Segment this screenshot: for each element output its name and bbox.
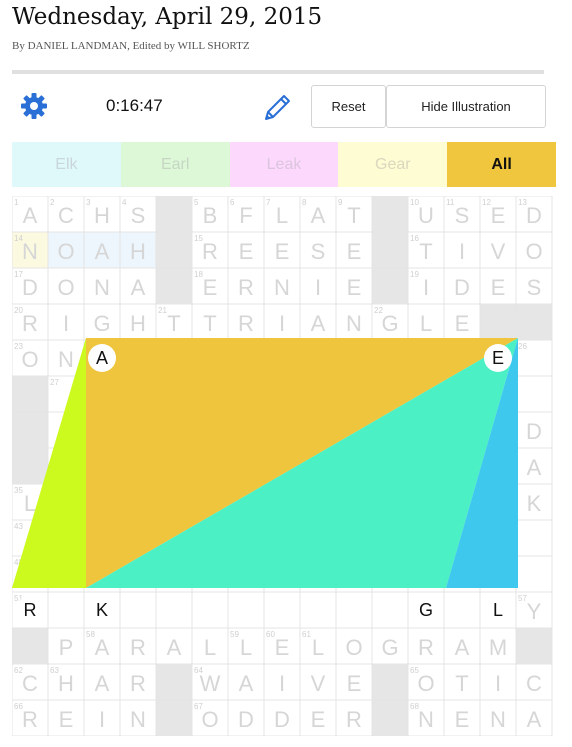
vertex-marker-l: L xyxy=(484,596,512,624)
tab-leak[interactable]: Leak xyxy=(229,142,339,187)
illustration-overlay xyxy=(12,338,518,588)
vertex-marker-r: R xyxy=(16,596,44,624)
lime-triangle xyxy=(12,338,86,588)
vertex-marker-g: G xyxy=(412,596,440,624)
header-divider xyxy=(12,70,544,74)
gear-icon[interactable] xyxy=(20,92,48,120)
tab-all[interactable]: All xyxy=(447,142,556,187)
vertex-marker-e: E xyxy=(484,344,512,372)
pencil-icon[interactable] xyxy=(262,91,294,123)
hide-illustration-button[interactable]: Hide Illustration xyxy=(386,85,546,128)
vertex-marker-a: A xyxy=(88,344,116,372)
puzzle-date-title: Wednesday, April 29, 2015 xyxy=(12,4,323,30)
puzzle-timer: 0:16:47 xyxy=(106,96,163,115)
puzzle-byline: By DANIEL LANDMAN, Edited by WILL SHORTZ xyxy=(12,40,250,52)
tab-elk[interactable]: Elk xyxy=(12,142,121,187)
theme-tabs: Elk Earl Leak Gear All xyxy=(12,142,556,187)
vertex-marker-k: K xyxy=(88,596,116,624)
crossword-grid[interactable]: ACHSBFLATUSEDNOAHREESETIVODONAERNIEIDESR… xyxy=(12,196,556,736)
tab-gear[interactable]: Gear xyxy=(338,142,448,187)
reset-button[interactable]: Reset xyxy=(311,85,386,128)
tab-earl[interactable]: Earl xyxy=(120,142,230,187)
